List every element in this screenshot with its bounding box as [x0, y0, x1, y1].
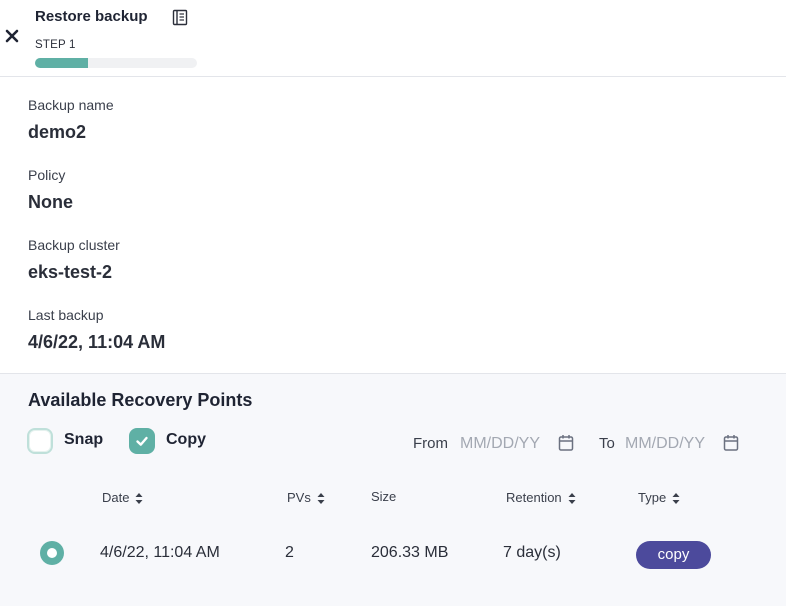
column-header-label: Retention — [506, 490, 562, 505]
dialog-title: Restore backup — [35, 8, 148, 25]
last-backup-label: Last backup — [28, 307, 104, 323]
close-icon[interactable] — [3, 27, 21, 45]
sort-icon — [135, 493, 143, 505]
from-label: From — [413, 435, 448, 452]
checkmark-icon — [136, 436, 148, 446]
recovery-points-title: Available Recovery Points — [28, 390, 253, 410]
snap-checkbox[interactable] — [27, 428, 53, 454]
backup-name-label: Backup name — [28, 97, 114, 113]
column-header-retention[interactable]: Retention — [506, 490, 576, 505]
recovery-points-panel: Available Recovery Points Snap Copy From… — [0, 373, 786, 606]
copy-checkbox[interactable] — [129, 428, 155, 454]
copy-label[interactable]: Copy — [166, 431, 206, 449]
column-header-label: Date — [102, 490, 130, 505]
backup-details: Backup name demo2 Policy None Backup clu… — [0, 78, 786, 373]
dialog-header: Restore backup STEP 1 — [0, 0, 786, 77]
policy-label: Policy — [28, 167, 66, 183]
backup-name-value: demo2 — [28, 122, 87, 142]
column-header-label: Type — [638, 490, 667, 505]
sort-icon — [317, 493, 325, 505]
from-date-input[interactable] — [460, 433, 556, 455]
backup-cluster-label: Backup cluster — [28, 237, 120, 253]
calendar-icon[interactable] — [558, 434, 574, 452]
to-date-input[interactable] — [625, 433, 721, 455]
step-progress-bar — [35, 58, 197, 68]
row-pvs: 2 — [285, 544, 294, 561]
column-header-type[interactable]: Type — [638, 490, 680, 505]
column-header-size: Size — [371, 489, 397, 504]
row-radio-button[interactable] — [40, 541, 64, 565]
to-label: To — [599, 435, 615, 452]
row-date: 4/6/22, 11:04 AM — [100, 544, 220, 561]
snap-label[interactable]: Snap — [64, 431, 103, 449]
row-retention: 7 day(s) — [503, 544, 561, 561]
row-size: 206.33 MB — [371, 544, 449, 561]
column-header-label: PVs — [287, 490, 311, 505]
step-progress-fill — [35, 58, 89, 68]
step-label: STEP 1 — [35, 39, 76, 51]
column-header-date[interactable]: Date — [102, 490, 143, 505]
sort-icon — [672, 493, 680, 505]
calendar-icon[interactable] — [723, 434, 739, 452]
document-icon[interactable] — [172, 9, 188, 26]
backup-cluster-value: eks-test-2 — [28, 262, 113, 282]
column-header-pvs[interactable]: PVs — [287, 490, 325, 505]
last-backup-value: 4/6/22, 11:04 AM — [28, 332, 166, 352]
row-type-badge: copy — [636, 541, 711, 569]
sort-icon — [568, 493, 576, 505]
policy-value: None — [28, 192, 73, 212]
